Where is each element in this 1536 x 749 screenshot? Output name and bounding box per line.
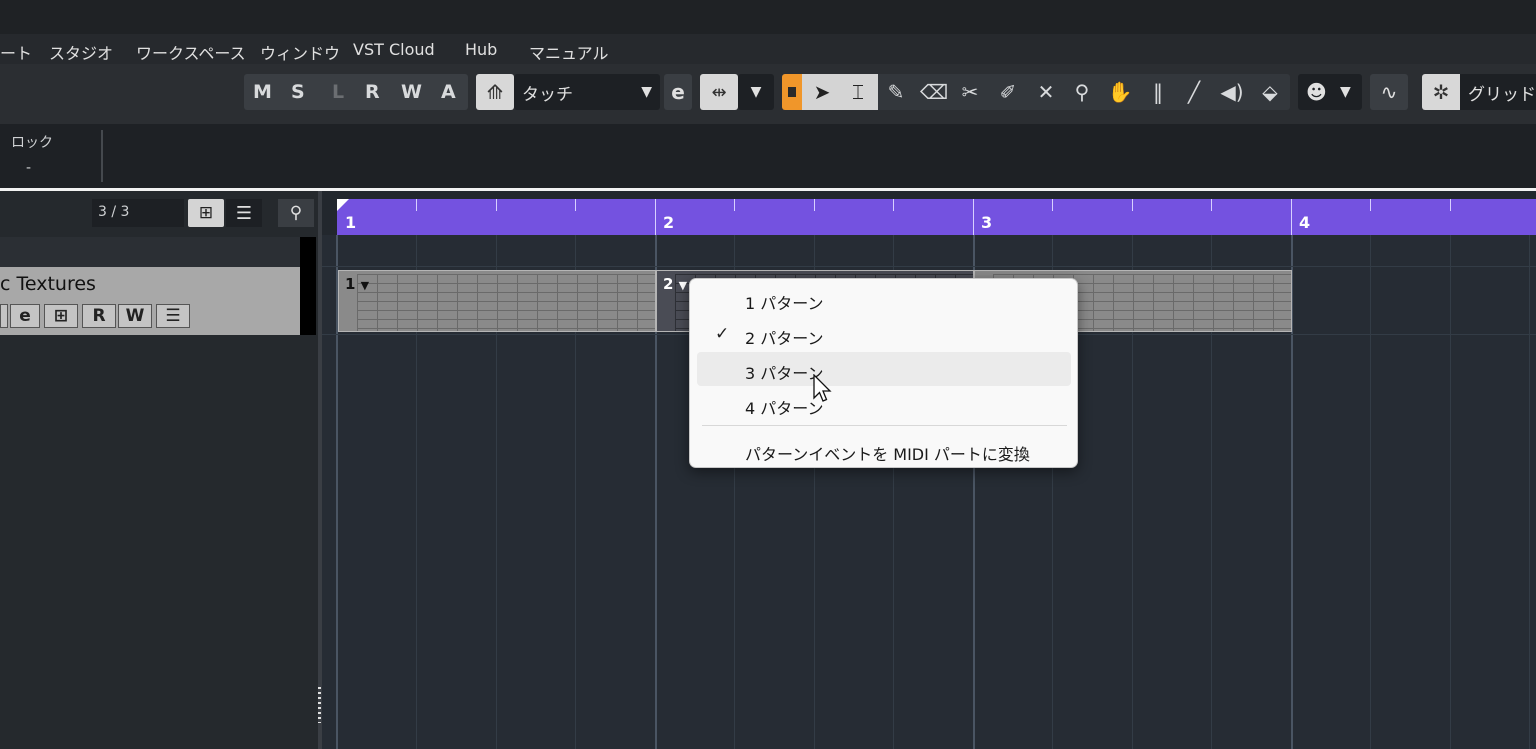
checkmark-icon: ✓ [715, 324, 730, 344]
info-line: ロック - [0, 124, 1536, 188]
pattern-event-label: 1 ▼ [345, 275, 370, 293]
mute-tool-icon[interactable]: ✕ [1032, 74, 1060, 110]
bar-number-4: 4 [1299, 213, 1311, 232]
autoscroll-button[interactable]: ⇹ [700, 74, 738, 110]
menu-item-manual[interactable]: マニュアル [529, 40, 609, 64]
listen-button[interactable]: L [332, 81, 344, 103]
menu-separator [702, 425, 1067, 426]
chevron-down-icon: ▼ [641, 84, 652, 100]
track-button-partial[interactable] [0, 304, 8, 328]
left-locator-marker[interactable] [337, 199, 349, 211]
snap-type-value: グリッド [1468, 84, 1536, 105]
read-button[interactable]: R [365, 81, 380, 103]
menu-item-vst-cloud[interactable]: VST Cloud [353, 40, 435, 59]
lock-label: ロック [11, 135, 53, 151]
range-select-icon[interactable]: ⌶ [844, 74, 872, 110]
mute-button[interactable]: M [253, 81, 272, 103]
menu-item-pattern-1[interactable]: 1 パターン [697, 282, 1071, 316]
edit-instrument-button[interactable]: e [664, 74, 692, 110]
ruler[interactable]: 1 2 3 4 [337, 199, 1536, 235]
lock-value[interactable]: - [26, 160, 31, 176]
automation-mode-value: タッチ [522, 84, 573, 105]
pattern-context-menu: 1 パターン ✓ 2 パターン 3 パターン 4 パターン パターンイベントを … [689, 278, 1078, 468]
tool-group: ➤ ⌶ ✎ ⌫ ✂ ✐ ✕ ⚲ ✋ ‖ ╱ ◀) ⬙ [782, 74, 1290, 110]
title-bar [0, 0, 1536, 34]
bar-number-3: 3 [981, 213, 993, 232]
ruler-corner [322, 191, 337, 235]
snap-icon: ✲ [1432, 80, 1450, 104]
menu-item-hub[interactable]: Hub [465, 40, 497, 59]
zero-crossing-icon: ∿ [1380, 80, 1398, 104]
track-read-label: R [92, 306, 106, 326]
autoscroll-menu-button[interactable]: ▼ [738, 74, 774, 110]
timewarp-icon[interactable]: ‖ [1144, 74, 1172, 110]
menu-item-pattern-3[interactable]: 3 パターン [697, 352, 1071, 386]
track-list-menu-button[interactable]: ☰ [226, 199, 262, 227]
menu-item-studio[interactable]: スタジオ [49, 40, 113, 64]
mouse-cursor-icon [813, 374, 832, 402]
head-icon: ☻ [1306, 80, 1327, 104]
edit-e-icon: e [19, 306, 31, 326]
track-row[interactable]: c Textures e ⊞ R W ☰ [0, 267, 300, 335]
menu-item-pattern-2[interactable]: ✓ 2 パターン [697, 317, 1071, 351]
automation-mode-icon: ⟰ [486, 80, 504, 104]
track-name[interactable]: c Textures [0, 273, 96, 295]
track-write-label: W [125, 306, 145, 326]
edit-e-icon: e [671, 80, 685, 104]
speaker-icon[interactable]: ◀) [1218, 74, 1246, 110]
pattern-event-label: 2 ▼ [663, 275, 688, 293]
solo-button[interactable]: S [291, 81, 305, 103]
auto-button[interactable]: A [441, 81, 456, 103]
bar-number-2: 2 [663, 213, 675, 232]
folder-row [0, 237, 300, 267]
write-button[interactable]: W [401, 81, 422, 103]
info-divider [101, 130, 103, 182]
list-icon: ☰ [235, 202, 253, 224]
menu-item-window[interactable]: ウィンドウ [260, 40, 340, 64]
add-track-button[interactable]: ⊞ [188, 199, 224, 227]
toolbar: M S L R W A ⟰ タッチ ▼ e ⇹ ▼ ➤ ⌶ ✎ ⌫ ✂ ✐ ✕ … [0, 64, 1536, 124]
automation-mode-icon-button[interactable]: ⟰ [476, 74, 514, 110]
menu-item-convert-to-midi[interactable]: パターンイベントを MIDI パートに変換 [697, 433, 1071, 467]
caret-down-icon: ▼ [360, 279, 370, 292]
menu-item-edit-partial[interactable]: ート [0, 40, 32, 64]
chevron-down-icon: ▼ [1340, 84, 1351, 100]
scissors-icon[interactable]: ✂ [956, 74, 984, 110]
menu-item-workspace[interactable]: ワークスペース [136, 40, 246, 64]
automation-mode-select[interactable]: タッチ ▼ [514, 74, 660, 110]
inspector-button[interactable]: ☰ [156, 304, 190, 328]
snap-type-select[interactable]: ✲ グリッド [1422, 74, 1536, 110]
lines-icon: ☰ [165, 306, 181, 326]
pattern-event-1[interactable]: 1 ▼ [338, 270, 656, 332]
pencil-icon[interactable]: ✎ [882, 74, 910, 110]
automation-toggle-group: M S L R W A [244, 74, 468, 110]
bar-number-1: 1 [345, 213, 357, 232]
menu-item-pattern-4[interactable]: 4 パターン [697, 387, 1071, 421]
search-icon: ⚲ [289, 203, 303, 223]
color-tool-icon[interactable]: ⬙ [1256, 74, 1284, 110]
pattern-editor-button[interactable]: ⊞ [44, 304, 78, 328]
track-counter-text: 3 / 3 [98, 204, 130, 220]
track-color-strip [300, 237, 316, 335]
zoom-icon[interactable]: ⚲ [1068, 74, 1096, 110]
caret-down-icon: ▼ [678, 279, 688, 292]
acoustic-feedback-button[interactable]: ☻ ▼ [1298, 74, 1362, 110]
find-track-button[interactable]: ⚲ [278, 199, 314, 227]
object-select-icon[interactable]: ➤ [808, 74, 836, 110]
snap-to-zero-button[interactable]: ∿ [1370, 74, 1408, 110]
glue-icon[interactable]: ✐ [994, 74, 1022, 110]
hand-icon[interactable]: ✋ [1106, 74, 1134, 110]
chevron-down-icon: ▼ [750, 84, 762, 100]
track-write-button[interactable]: W [118, 304, 152, 328]
track-read-button[interactable]: R [82, 304, 116, 328]
tool-group-handle[interactable] [782, 74, 802, 110]
edit-instrument-track-button[interactable]: e [10, 304, 40, 328]
split-arrows-icon: ⇹ [711, 81, 727, 103]
track-counter: 3 / 3 [92, 199, 184, 227]
menu-bar: ート スタジオ ワークスペース ウィンドウ VST Cloud Hub マニュア… [0, 34, 1536, 64]
add-track-icon: ⊞ [198, 203, 214, 223]
grid-icon: ⊞ [53, 306, 69, 326]
eraser-icon[interactable]: ⌫ [920, 74, 948, 110]
line-icon[interactable]: ╱ [1180, 74, 1208, 110]
